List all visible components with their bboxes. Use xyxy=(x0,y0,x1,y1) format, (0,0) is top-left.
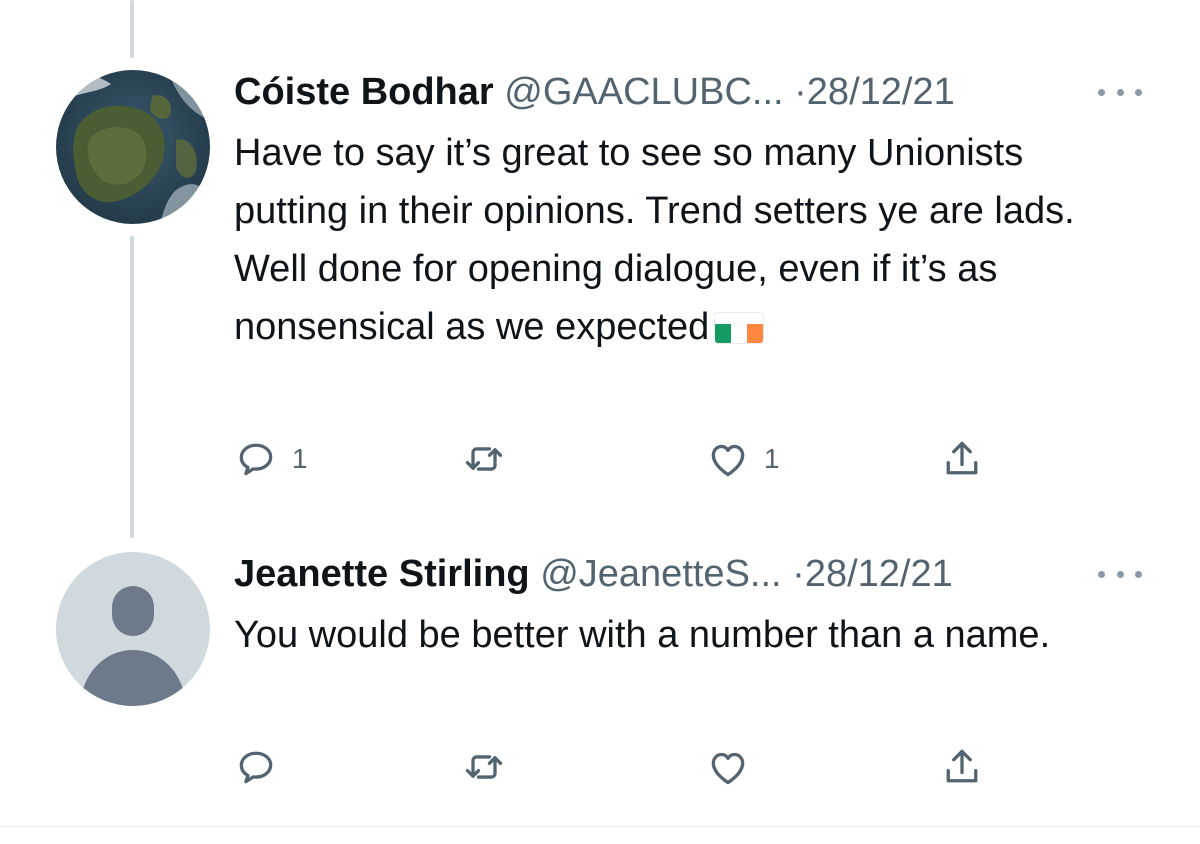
share-button[interactable] xyxy=(940,434,984,484)
like-button[interactable]: 1 xyxy=(706,434,780,484)
retweet-icon xyxy=(465,755,503,779)
ireland-map-avatar-image xyxy=(56,70,210,224)
more-icon[interactable] xyxy=(1098,564,1142,584)
tweet-text: You would be better with a number than a… xyxy=(234,606,1094,664)
separator-dot: · xyxy=(794,71,807,113)
tweet-actions xyxy=(234,742,1014,792)
display-name[interactable]: Jeanette Stirling xyxy=(234,553,530,595)
tweet-header: Cóiste Bodhar @GAACLUBC... ·28/12/21 xyxy=(234,70,955,114)
reply-icon xyxy=(239,443,273,476)
reply-count: 1 xyxy=(292,443,308,474)
bottom-divider xyxy=(0,826,1200,827)
tweet-date[interactable]: 28/12/21 xyxy=(805,553,953,595)
like-button[interactable] xyxy=(706,742,764,792)
tweet-date[interactable]: 28/12/21 xyxy=(807,71,955,113)
share-button[interactable] xyxy=(940,742,984,792)
tweet-text-body: Have to say it’s great to see so many Un… xyxy=(234,132,1075,348)
tweet-actions: 1 1 xyxy=(234,434,1014,484)
share-icon xyxy=(946,441,978,475)
thread-line-connector xyxy=(130,236,134,538)
reply-icon xyxy=(239,751,273,784)
separator-dot: · xyxy=(792,553,805,595)
thread-line-top xyxy=(130,0,134,58)
avatar-map[interactable] xyxy=(56,70,210,224)
reply-button[interactable] xyxy=(234,742,292,792)
tweet-header: Jeanette Stirling @JeanetteS... ·28/12/2… xyxy=(234,552,953,596)
tweet-text: Have to say it’s great to see so many Un… xyxy=(234,124,1134,356)
retweet-button[interactable] xyxy=(462,434,520,484)
retweet-icon xyxy=(465,447,503,471)
default-profile-icon xyxy=(56,552,210,706)
like-count: 1 xyxy=(764,443,780,474)
like-icon xyxy=(711,752,745,785)
tweet-text-body: You would be better with a number than a… xyxy=(234,614,1051,656)
like-icon xyxy=(711,444,745,477)
user-handle[interactable]: @GAACLUBC... xyxy=(504,71,783,113)
more-icon[interactable] xyxy=(1098,82,1142,102)
reply-button[interactable]: 1 xyxy=(234,434,308,484)
display-name[interactable]: Cóiste Bodhar xyxy=(234,71,494,113)
ireland-flag-emoji xyxy=(715,313,764,343)
share-icon xyxy=(946,749,978,783)
avatar-default[interactable] xyxy=(56,552,210,706)
user-handle[interactable]: @JeanetteS... xyxy=(540,553,781,595)
retweet-button[interactable] xyxy=(462,742,520,792)
